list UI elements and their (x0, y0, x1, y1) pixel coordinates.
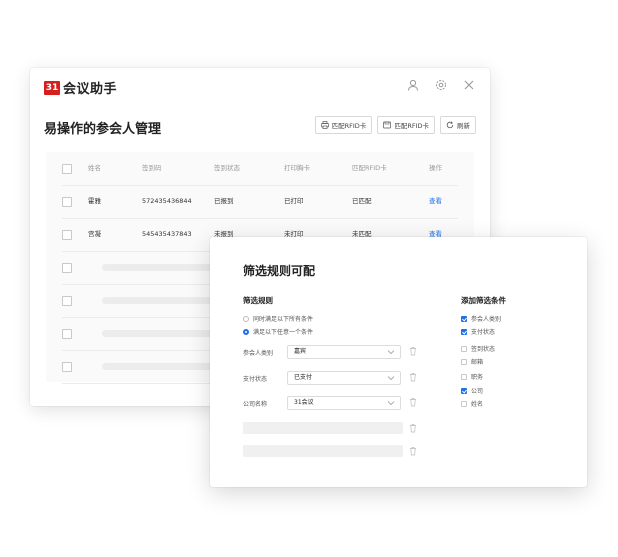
view-link[interactable]: 查看 (429, 185, 442, 218)
trash-icon[interactable] (409, 446, 417, 456)
match-rfid-print-button[interactable]: 匹配RFID卡 (314, 116, 373, 134)
refresh-button[interactable]: 刷新 (440, 116, 476, 134)
empty-filter-row[interactable] (243, 422, 403, 434)
chevron-down-icon (387, 350, 395, 355)
radio-button-selected[interactable] (243, 328, 249, 335)
condition-email[interactable]: 邮箱 (461, 357, 483, 366)
refresh-label: 刷新 (457, 122, 470, 130)
trash-icon[interactable] (409, 372, 417, 382)
col-checkin-code: 签到码 (142, 164, 162, 172)
filter-row-payment-status: 支付状态 已支付 (243, 371, 423, 385)
select-value: 已支付 (294, 374, 313, 381)
condition-company[interactable]: 公司 (461, 386, 483, 395)
empty-filter-row[interactable] (243, 445, 403, 457)
row-checkbox[interactable] (62, 361, 72, 372)
checkbox[interactable] (461, 400, 467, 407)
condition-label: 公司 (471, 388, 484, 395)
condition-label: 职务 (471, 374, 484, 381)
col-actions: 操作 (429, 164, 442, 172)
filter-row-company-name: 公司名称 31会议 (243, 396, 423, 410)
condition-label: 姓名 (471, 401, 484, 408)
select-value: 31会议 (294, 399, 314, 406)
gear-icon[interactable] (434, 78, 448, 92)
select-all-checkbox[interactable] (62, 163, 72, 174)
col-checkin-status: 签到状态 (214, 164, 240, 172)
row-checkbox[interactable] (62, 295, 72, 306)
logo-mark: 31 (44, 80, 60, 95)
card-icon (383, 121, 392, 129)
checkbox[interactable] (461, 345, 467, 352)
cell-name: 宫凝 (88, 230, 101, 238)
trash-icon[interactable] (409, 346, 417, 356)
condition-payment-status[interactable]: 支付状态 (461, 327, 495, 336)
col-print-badge: 打印胸卡 (284, 164, 310, 172)
close-icon[interactable] (462, 78, 476, 92)
chevron-down-icon (387, 401, 395, 406)
company-name-select[interactable]: 31会议 (287, 396, 401, 410)
condition-label: 参会人类别 (471, 316, 502, 323)
title-bar: 31 会议助手 (30, 68, 490, 104)
row-checkbox[interactable] (62, 262, 72, 273)
field-label: 公司名称 (243, 400, 268, 408)
match-rfid-print-label: 匹配RFID卡 (331, 122, 367, 130)
attendee-type-select[interactable]: 嘉宾 (287, 345, 401, 359)
trash-icon[interactable] (409, 423, 417, 433)
filter-row-attendee-type: 参会人类别 嘉宾 (243, 345, 423, 359)
radio-match-all[interactable]: 同时满足以下所有条件 (243, 314, 313, 323)
user-icon[interactable] (406, 78, 420, 92)
cell-name: 霍雅 (88, 197, 101, 205)
checkbox-checked[interactable] (461, 387, 467, 394)
condition-attendee-type[interactable]: 参会人类别 (461, 314, 501, 323)
table-header: 姓名 签到码 签到状态 打印胸卡 匹配RFID卡 操作 (62, 152, 458, 186)
radio-label: 满足以下任意一个条件 (253, 329, 314, 336)
payment-status-select[interactable]: 已支付 (287, 371, 401, 385)
radio-match-any[interactable]: 满足以下任意一个条件 (243, 327, 313, 336)
dialog-title: 筛选规则可配 (243, 264, 316, 278)
row-checkbox[interactable] (62, 229, 72, 240)
title-bar-actions (406, 78, 476, 92)
condition-checkin-status[interactable]: 签到状态 (461, 344, 495, 353)
checkbox-checked[interactable] (461, 328, 467, 335)
printer-icon (320, 121, 329, 129)
cell-checkin-code: 572435436844 (142, 197, 192, 205)
condition-position[interactable]: 职务 (461, 372, 483, 381)
cell-print-badge: 已打印 (284, 197, 304, 205)
table-row: 霍雅 572435436844 已报到 已打印 已匹配 查看 (62, 185, 458, 219)
trash-icon[interactable] (409, 397, 417, 407)
select-value: 嘉宾 (294, 348, 307, 355)
field-label: 支付状态 (243, 375, 268, 383)
logo-text: 会议助手 (63, 82, 118, 97)
app-logo: 31 会议助手 (44, 78, 117, 97)
checkbox[interactable] (461, 373, 467, 380)
cell-rfid: 已匹配 (352, 197, 372, 205)
col-rfid: 匹配RFID卡 (352, 164, 387, 172)
chevron-down-icon (387, 376, 395, 381)
checkbox-checked[interactable] (461, 315, 467, 322)
field-label: 参会人类别 (243, 349, 274, 357)
col-name: 姓名 (88, 164, 101, 172)
match-rfid-card-button[interactable]: 匹配RFID卡 (377, 116, 435, 134)
rules-title: 筛选规则 (243, 296, 273, 305)
radio-label: 同时满足以下所有条件 (253, 316, 314, 323)
refresh-icon (446, 121, 454, 129)
condition-label: 邮箱 (471, 359, 484, 366)
filter-rules-dialog: 筛选规则可配 筛选规则 同时满足以下所有条件 满足以下任意一个条件 参会人类别 … (210, 237, 587, 487)
condition-label: 支付状态 (471, 329, 496, 336)
condition-name[interactable]: 姓名 (461, 399, 483, 408)
match-rfid-card-label: 匹配RFID卡 (394, 122, 429, 130)
row-checkbox[interactable] (62, 328, 72, 339)
radio-button[interactable] (243, 315, 249, 322)
conditions-title: 添加筛选条件 (461, 296, 506, 305)
toolbar: 匹配RFID卡 匹配RFID卡 刷新 (314, 116, 476, 134)
page-title: 易操作的参会人管理 (44, 122, 162, 137)
row-checkbox[interactable] (62, 196, 72, 207)
checkbox[interactable] (461, 358, 467, 365)
cell-checkin-status: 已报到 (214, 197, 234, 205)
condition-label: 签到状态 (471, 346, 496, 353)
cell-checkin-code: 545435437843 (142, 230, 192, 238)
